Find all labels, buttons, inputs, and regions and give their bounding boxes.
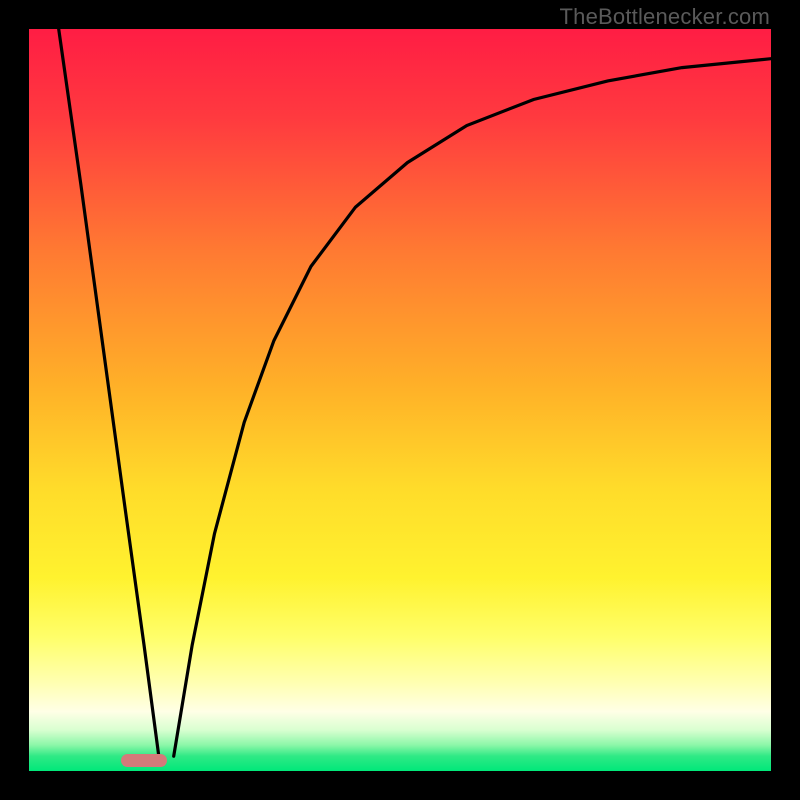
watermark-text: TheBottlenecker.com bbox=[560, 4, 770, 30]
bottleneck-curve bbox=[29, 29, 771, 771]
chart-frame: TheBottlenecker.com bbox=[0, 0, 800, 800]
optimal-marker bbox=[121, 754, 167, 767]
plot-area bbox=[29, 29, 771, 771]
